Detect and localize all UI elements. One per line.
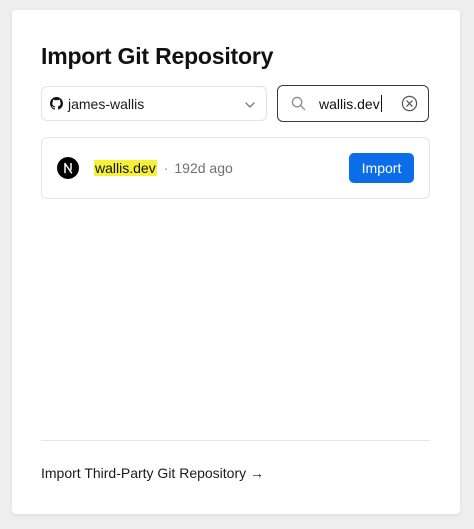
page-title: Import Git Repository — [41, 43, 274, 69]
repo-separator: · — [163, 160, 169, 176]
import-button[interactable]: Import — [349, 153, 414, 183]
nextjs-icon — [57, 157, 79, 179]
repository-list: wallis.dev · 192d ago Import — [41, 137, 430, 199]
repo-name[interactable]: wallis.dev — [94, 160, 157, 176]
clear-search-icon[interactable] — [401, 95, 418, 112]
chevron-down-icon — [244, 98, 256, 110]
repo-search-input[interactable]: wallis.dev — [277, 85, 429, 122]
search-value[interactable]: wallis.dev — [319, 95, 401, 112]
search-icon — [291, 96, 306, 111]
divider — [41, 440, 430, 441]
import-third-party-link[interactable]: Import Third-Party Git Repository → — [41, 465, 264, 481]
git-scope-select[interactable]: james-wallis — [41, 86, 267, 121]
import-repo-card: Import Git Repository james-wallis walli… — [12, 10, 460, 514]
repo-updated: 192d ago — [174, 160, 233, 176]
text-caret — [380, 95, 382, 112]
list-item: wallis.dev · 192d ago Import — [42, 138, 429, 198]
github-icon — [50, 97, 63, 110]
scope-account-label: james-wallis — [68, 95, 145, 112]
